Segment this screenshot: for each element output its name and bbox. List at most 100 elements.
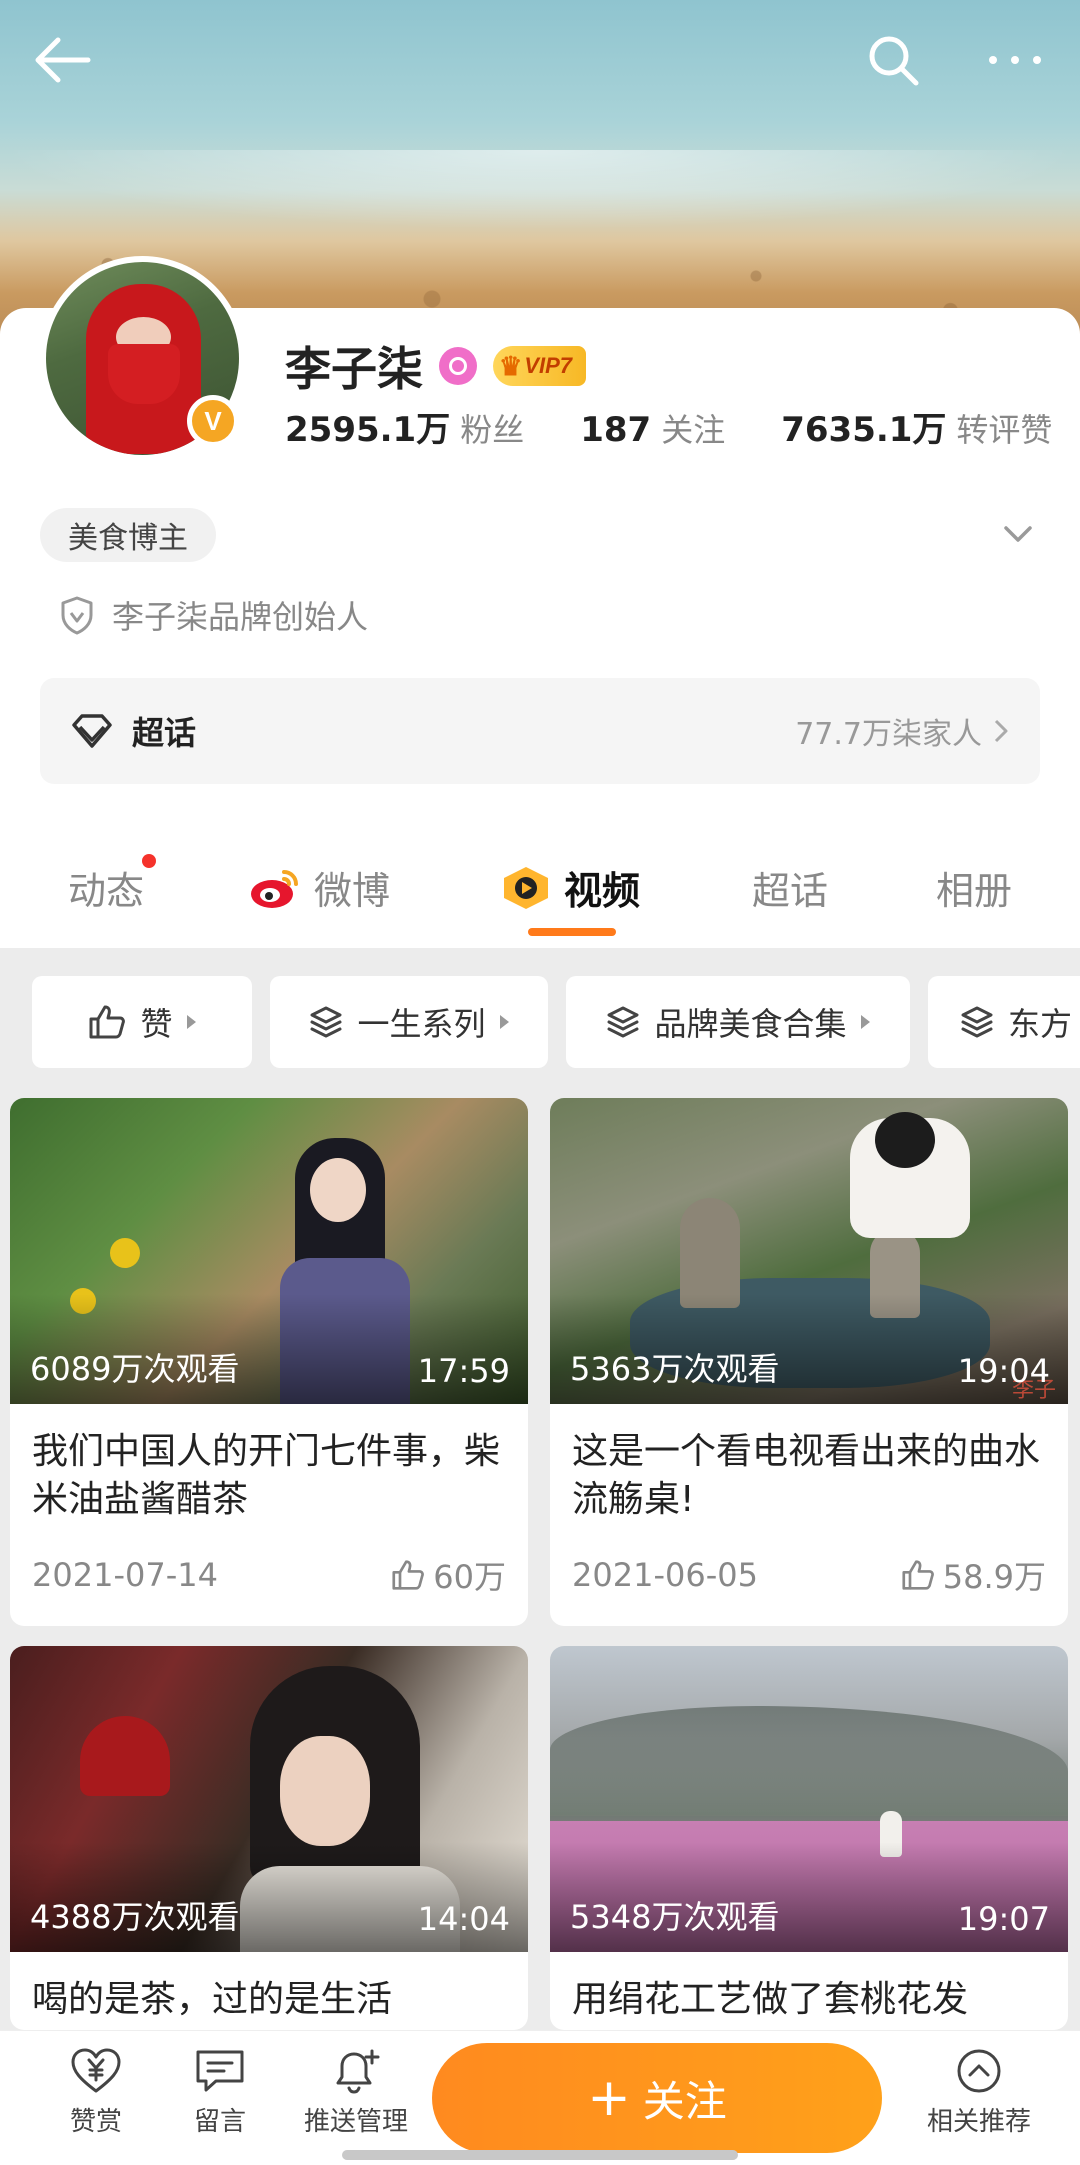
tab-album[interactable]: 相册 xyxy=(936,860,1012,915)
caret-right-icon xyxy=(860,1015,870,1029)
profile-description: 李子柒品牌创始人 xyxy=(60,592,368,638)
more-button[interactable] xyxy=(975,20,1055,100)
bottom-bar-label: 留言 xyxy=(193,2107,246,2137)
bottom-bar-label: 相关推荐 xyxy=(926,2107,1031,2137)
shield-icon xyxy=(61,596,93,635)
video-date: 2021-07-14 xyxy=(32,1556,218,1594)
tab-label: 动态 xyxy=(68,869,145,913)
stat-label: 关注 xyxy=(661,411,726,449)
video-thumbnail: 5348万次观看 19:07 xyxy=(550,1646,1068,1952)
stat-label: 转评赞 xyxy=(956,411,1053,449)
profile-name-row: 李子柒 ♛ VIP7 xyxy=(285,333,587,399)
supertopic-count: 77.7万柒家人 xyxy=(795,709,1010,753)
message-button[interactable]: 留言 xyxy=(160,2047,280,2138)
video-duration: 19:07 xyxy=(957,1900,1050,1938)
filter-label: 一生系列 xyxy=(357,1005,486,1043)
video-title: 这是一个看电视看出来的曲水流觞桌! xyxy=(572,1431,1041,1520)
supertopic-entry[interactable]: 超话 77.7万柒家人 xyxy=(40,678,1040,784)
push-settings-button[interactable]: 推送管理 xyxy=(286,2047,426,2138)
tab-label: 相册 xyxy=(936,869,1013,913)
active-tab-indicator xyxy=(528,928,616,936)
video-card[interactable]: 6089万次观看 17:59 我们中国人的开门七件事，柴米油盐酱醋茶 2021-… xyxy=(10,1098,528,1626)
profile-tag[interactable]: 美食博主 xyxy=(40,508,216,562)
related-recommend-button[interactable]: 相关推荐 xyxy=(904,2047,1054,2138)
search-button[interactable] xyxy=(853,20,933,100)
description-text: 李子柒品牌创始人 xyxy=(112,598,369,636)
follow-label: 关注 xyxy=(642,2076,727,2126)
stat-label: 粉丝 xyxy=(460,411,525,449)
chevron-right-icon xyxy=(994,719,1008,743)
tab-supertopic[interactable]: 超话 xyxy=(752,860,828,915)
chevron-up-circle-icon xyxy=(957,2049,1001,2093)
heart-yen-icon xyxy=(71,2048,121,2093)
stat-interactions[interactable]: 7635.1万 转评赞 xyxy=(781,402,1052,451)
video-thumbnail: 6089万次观看 17:59 xyxy=(10,1098,528,1404)
video-duration: 19:04 xyxy=(957,1352,1050,1390)
follow-button[interactable]: + 关注 xyxy=(432,2043,882,2153)
bottom-bar-label: 推送管理 xyxy=(303,2107,408,2137)
layers-icon xyxy=(961,1006,993,1038)
video-meta: 2021-07-14 60万 xyxy=(10,1540,528,1602)
video-likes[interactable]: 58.9万 xyxy=(901,1552,1046,1598)
video-meta: 2021-06-05 58.9万 xyxy=(550,1540,1068,1602)
stat-followers[interactable]: 2595.1万 粉丝 xyxy=(285,402,524,451)
crown-icon: ♛ xyxy=(499,350,523,381)
video-likes[interactable]: 60万 xyxy=(391,1552,506,1598)
vip-badge[interactable]: ♛ VIP7 xyxy=(493,346,587,386)
video-title: 我们中国人的开门七件事，柴米油盐酱醋茶 xyxy=(32,1431,501,1520)
filter-chip-brand[interactable]: 品牌美食合集 xyxy=(566,976,910,1068)
profile-tabs: 动态 微博 视频 超话 相册 xyxy=(0,820,1080,948)
video-thumbnail: 4388万次观看 14:04 xyxy=(10,1646,528,1952)
arrow-left-icon xyxy=(35,37,91,83)
supertopic-title: 超话 xyxy=(132,714,197,752)
filter-label: 东方 xyxy=(1008,1005,1073,1043)
stat-number: 7635.1万 xyxy=(781,410,947,450)
filter-chip-series[interactable]: 一生系列 xyxy=(270,976,548,1068)
filter-label: 品牌美食合集 xyxy=(654,1005,847,1043)
supertopic-count-text: 77.7万柒家人 xyxy=(795,717,982,752)
thumbs-up-icon xyxy=(89,1005,126,1039)
video-card[interactable]: 李子 5363万次观看 19:04 这是一个看电视看出来的曲水流觞桌! 2021… xyxy=(550,1098,1068,1626)
bottom-action-bar: 赞赏 留言 推送管理 + 关注 相关推荐 xyxy=(0,2030,1080,2165)
stat-following[interactable]: 187 关注 xyxy=(580,405,725,451)
bell-plus-icon xyxy=(336,2049,380,2094)
chevron-down-icon xyxy=(1004,526,1032,542)
video-title: 喝的是茶，过的是生活 xyxy=(32,1979,393,2020)
video-view-count: 6089万次观看 xyxy=(30,1350,240,1388)
tab-dynamic[interactable]: 动态 xyxy=(68,854,157,915)
tab-video[interactable]: 视频 xyxy=(500,860,640,915)
chat-bubble-icon xyxy=(196,2050,244,2092)
filter-chip-east[interactable]: 东方 xyxy=(928,976,1080,1068)
stat-number: 2595.1万 xyxy=(285,410,451,450)
filter-label: 赞 xyxy=(140,1005,173,1043)
tab-label: 微博 xyxy=(314,869,391,913)
profile-name: 李子柒 xyxy=(285,342,423,396)
video-duration: 14:04 xyxy=(417,1900,510,1938)
video-card[interactable]: 5348万次观看 19:07 用绢花工艺做了套桃花发 xyxy=(550,1646,1068,2030)
layers-icon xyxy=(310,1006,342,1038)
bottom-bar-label: 赞赏 xyxy=(69,2107,122,2137)
weibo-icon xyxy=(251,869,298,908)
verified-badge-icon: V xyxy=(187,395,239,447)
tab-weibo[interactable]: 微博 xyxy=(248,860,390,915)
vip-label: VIP7 xyxy=(524,353,573,378)
tab-label: 视频 xyxy=(564,869,641,913)
search-icon xyxy=(869,36,919,86)
thumbs-up-icon xyxy=(902,1560,934,1590)
notification-dot xyxy=(142,854,157,868)
home-indicator xyxy=(342,2150,738,2160)
layers-icon xyxy=(607,1006,639,1038)
video-view-count: 4388万次观看 xyxy=(30,1898,240,1936)
video-date: 2021-06-05 xyxy=(572,1556,758,1594)
profile-stats: 2595.1万 粉丝 187 关注 7635.1万 转评赞 xyxy=(285,402,1052,451)
back-button[interactable] xyxy=(22,20,102,100)
thumbs-up-icon xyxy=(392,1560,425,1590)
video-card[interactable]: 4388万次观看 14:04 喝的是茶，过的是生活 xyxy=(10,1646,528,2030)
female-icon xyxy=(439,347,477,385)
video-view-count: 5363万次观看 xyxy=(570,1350,780,1388)
filter-chip-likes[interactable]: 赞 xyxy=(32,976,252,1068)
reward-button[interactable]: 赞赏 xyxy=(36,2047,156,2138)
expand-profile-button[interactable] xyxy=(998,514,1038,554)
video-view-count: 5348万次观看 xyxy=(570,1898,780,1936)
plus-icon: + xyxy=(587,2068,631,2128)
